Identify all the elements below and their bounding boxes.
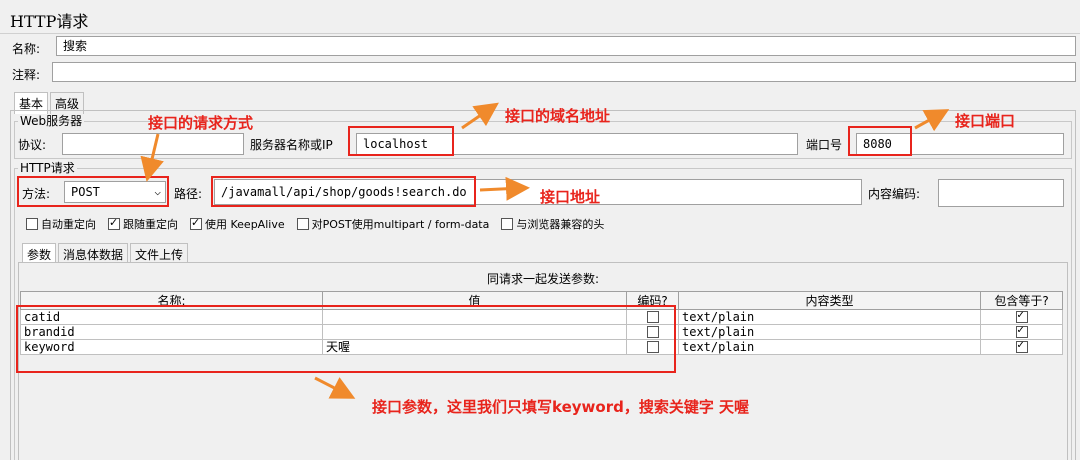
method-arrow	[140, 133, 164, 182]
path-arrow	[479, 176, 530, 201]
port-arrow	[914, 109, 950, 132]
annotation-arrows	[140, 102, 950, 399]
params-arrow	[314, 376, 356, 399]
domain-arrow	[461, 102, 499, 130]
